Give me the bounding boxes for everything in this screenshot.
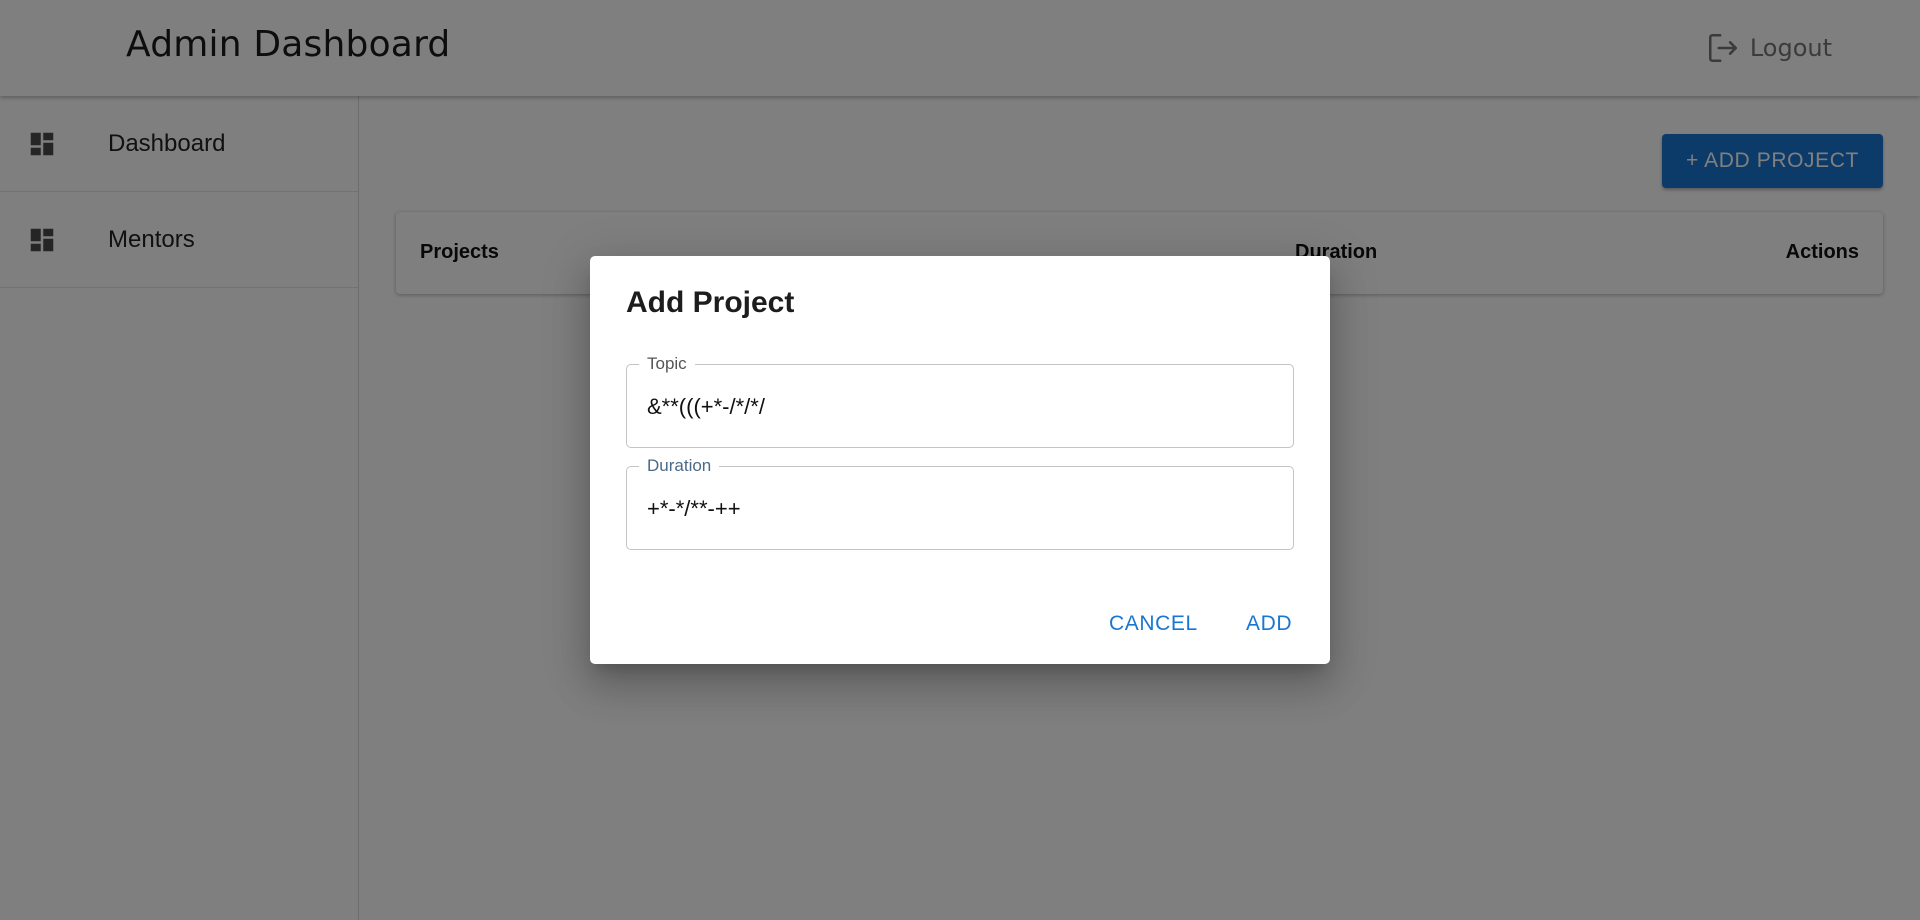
duration-label: Duration	[639, 456, 720, 476]
dialog-title: Add Project	[626, 286, 795, 319]
duration-field: Duration	[626, 456, 1294, 550]
add-project-dialog: Add Project Topic Duration CANCEL ADD	[590, 256, 1330, 664]
topic-label: Topic	[639, 354, 695, 374]
topic-input[interactable]	[647, 391, 1267, 423]
add-button[interactable]: ADD	[1246, 612, 1292, 636]
duration-input[interactable]	[647, 493, 1267, 525]
cancel-button[interactable]: CANCEL	[1109, 612, 1198, 636]
topic-field: Topic	[626, 354, 1294, 448]
